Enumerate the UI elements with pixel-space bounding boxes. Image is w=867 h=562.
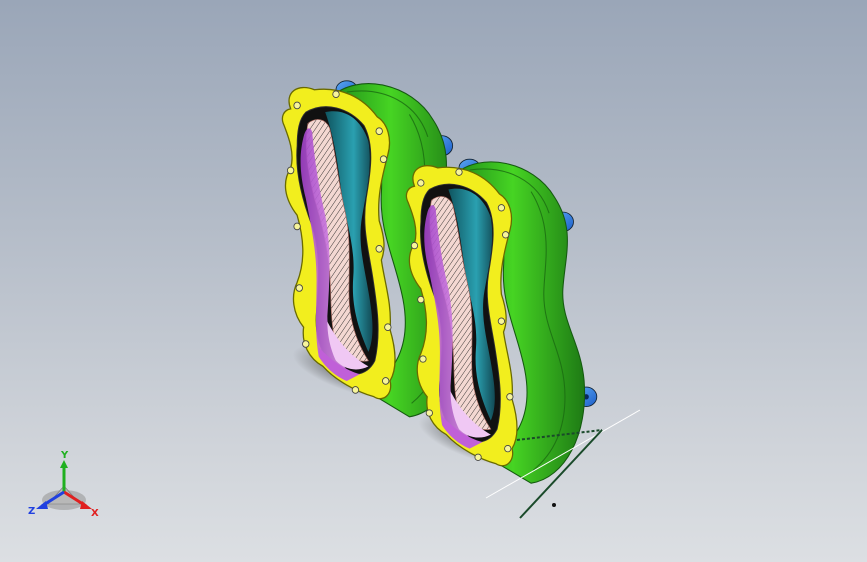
triad-z-label: Z <box>28 506 35 517</box>
triad-y-label: Y <box>60 450 69 461</box>
coordinate-triad-icon: Y X Z <box>28 450 99 519</box>
triad-x-label: X <box>91 508 99 519</box>
graphics-viewport[interactable]: Y X Z <box>0 0 867 562</box>
model-scene[interactable]: Y X Z <box>0 0 867 562</box>
